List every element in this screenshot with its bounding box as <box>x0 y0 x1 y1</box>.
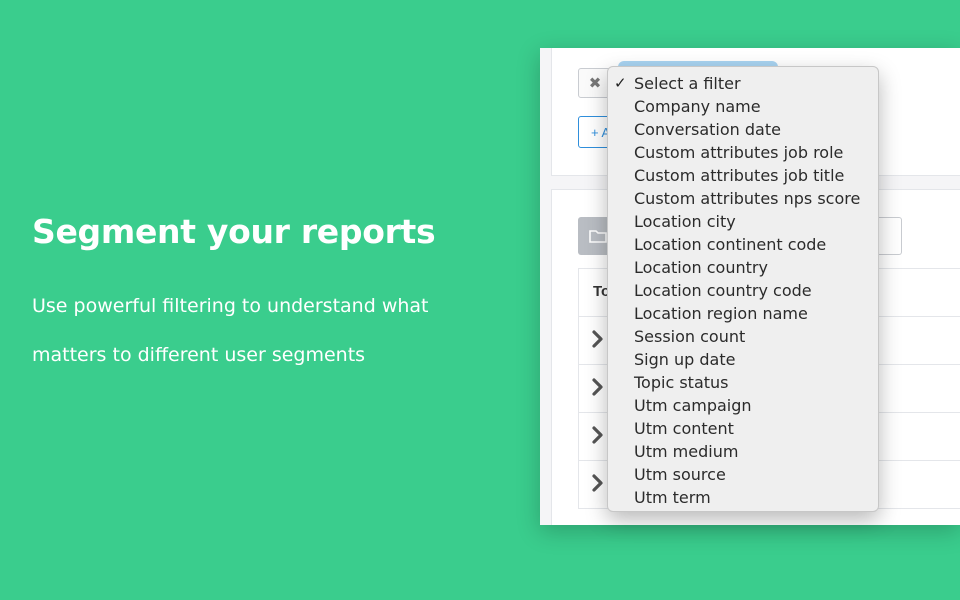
dropdown-option[interactable]: Utm content <box>608 417 878 440</box>
dropdown-option-label: Location country code <box>634 281 812 300</box>
dropdown-option-label: Custom attributes nps score <box>634 189 861 208</box>
dropdown-option-label: Location continent code <box>634 235 827 254</box>
dropdown-option[interactable]: Utm medium <box>608 440 878 463</box>
dropdown-option[interactable]: Custom attributes nps score <box>608 187 878 210</box>
dropdown-option[interactable]: Location continent code <box>608 233 878 256</box>
filter-dropdown-menu: ✓ Select a filter Company name Conversation… <box>607 66 879 512</box>
dropdown-option[interactable]: Custom attributes job title <box>608 164 878 187</box>
dropdown-option[interactable]: Custom attributes job role <box>608 141 878 164</box>
chevron-right-icon[interactable] <box>591 377 605 397</box>
dropdown-option[interactable]: Company name <box>608 95 878 118</box>
dropdown-option[interactable]: Utm campaign <box>608 394 878 417</box>
dropdown-option-label: Location region name <box>634 304 808 323</box>
dropdown-option[interactable]: Location country <box>608 256 878 279</box>
dropdown-option-label: Location city <box>634 212 736 231</box>
dropdown-option[interactable]: Utm term <box>608 486 878 509</box>
dropdown-option-label: Utm content <box>634 419 734 438</box>
dropdown-option-label: Company name <box>634 97 761 116</box>
hero-subtitle: Use powerful filtering to understand wha… <box>32 295 429 366</box>
dropdown-option-label: Topic status <box>634 373 729 392</box>
dropdown-option-label: Utm term <box>634 488 711 507</box>
dropdown-option-label: Custom attributes job role <box>634 143 844 162</box>
dropdown-option-label: Sign up date <box>634 350 736 369</box>
dropdown-option[interactable]: Location region name <box>608 302 878 325</box>
close-icon: ✖ <box>588 74 602 92</box>
dropdown-option-label: Location country <box>634 258 768 277</box>
dropdown-option-label: Utm source <box>634 465 726 484</box>
dropdown-option[interactable]: Location city <box>608 210 878 233</box>
dropdown-option[interactable]: Location country code <box>608 279 878 302</box>
dropdown-option[interactable]: Utm source <box>608 463 878 486</box>
folder-icon <box>589 230 607 243</box>
dropdown-option[interactable]: Conversation date <box>608 118 878 141</box>
dropdown-option-label: Custom attributes job title <box>634 166 845 185</box>
dropdown-option[interactable]: ✓ Select a filter <box>608 72 878 95</box>
dropdown-option-label: Session count <box>634 327 746 346</box>
hero-title: Segment your reports <box>32 212 436 251</box>
dropdown-option[interactable]: Session count <box>608 325 878 348</box>
dropdown-option[interactable]: Topic status <box>608 371 878 394</box>
dropdown-option-label: Select a filter <box>634 74 741 93</box>
dropdown-option-label: Conversation date <box>634 120 781 139</box>
dropdown-option[interactable]: Sign up date <box>608 348 878 371</box>
dropdown-option-label: Utm campaign <box>634 396 752 415</box>
dropdown-option-label: Utm medium <box>634 442 739 461</box>
chevron-right-icon[interactable] <box>591 329 605 349</box>
check-icon: ✓ <box>614 74 627 92</box>
chevron-right-icon[interactable] <box>591 473 605 493</box>
chevron-right-icon[interactable] <box>591 425 605 445</box>
